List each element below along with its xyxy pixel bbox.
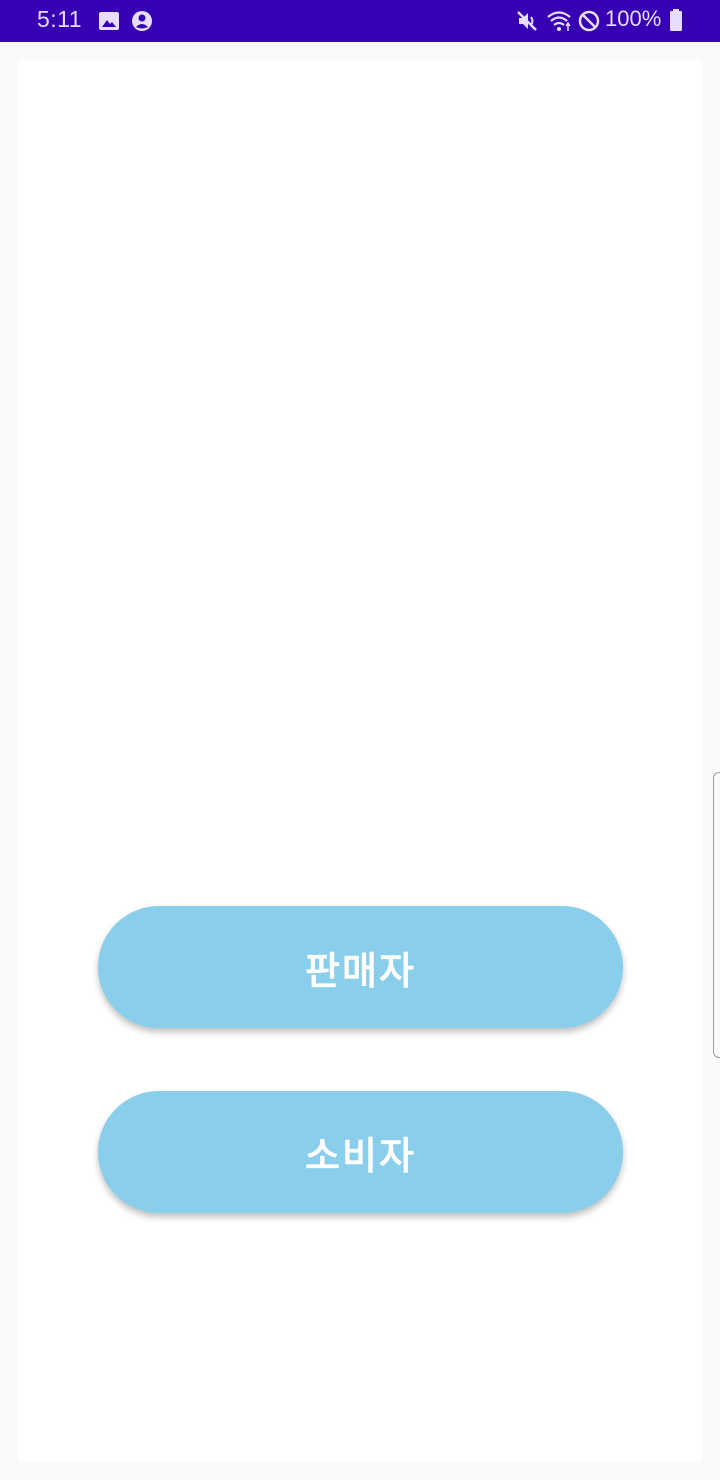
account-circle-icon — [130, 9, 154, 33]
battery-percentage: 100% — [605, 6, 662, 31]
seller-button[interactable]: 판매자 — [98, 906, 623, 1028]
status-bar: 5:11 100% — [0, 0, 720, 42]
image-icon — [97, 9, 121, 33]
wifi-icon — [546, 9, 571, 33]
status-time: 5:11 — [37, 6, 83, 32]
content-card — [18, 60, 702, 1462]
buyer-button[interactable]: 소비자 — [98, 1091, 623, 1213]
do-not-disturb-icon — [577, 9, 601, 33]
battery-icon — [668, 9, 684, 33]
mute-icon — [515, 9, 539, 33]
edge-panel-handle[interactable] — [713, 772, 720, 1058]
